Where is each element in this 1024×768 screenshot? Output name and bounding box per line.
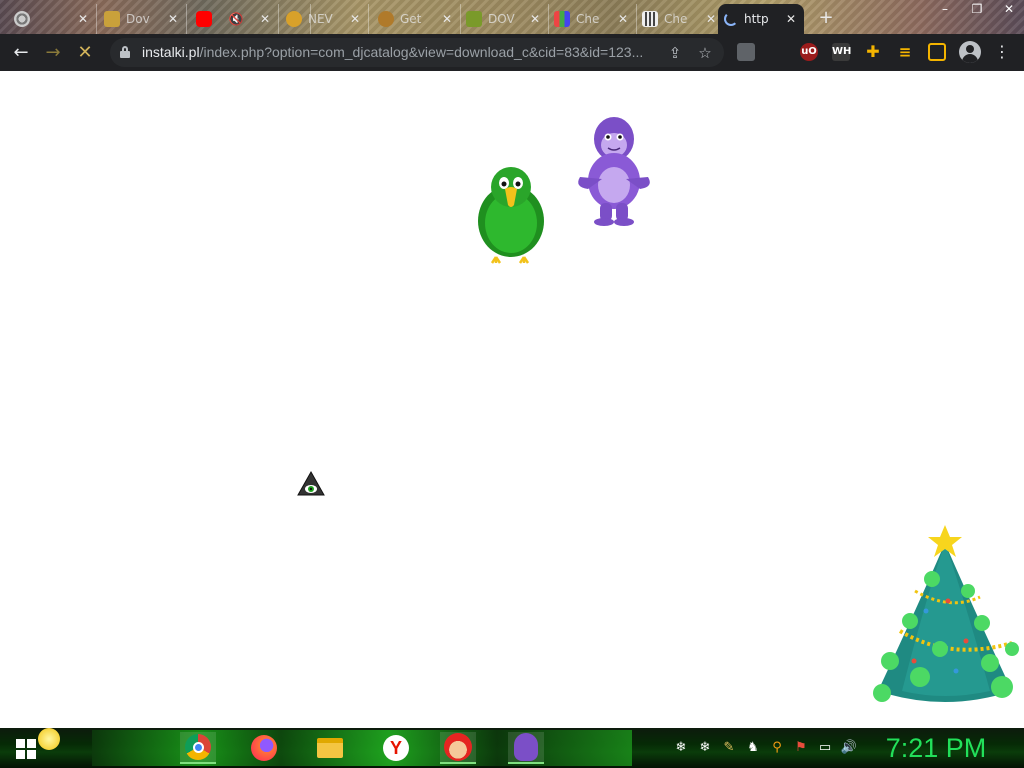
close-tab-icon[interactable]: ✕ <box>348 12 362 26</box>
bug-icon <box>378 11 394 27</box>
close-window-button[interactable]: ✕ <box>994 0 1024 20</box>
tab-title: Che <box>576 12 600 26</box>
tab-6[interactable]: Get ✕ <box>372 4 461 34</box>
columns-icon <box>642 11 658 27</box>
close-tab-icon[interactable]: ✕ <box>528 12 542 26</box>
search-tray-icon[interactable]: ⚲ <box>768 740 786 756</box>
ublock-origin-extension-icon[interactable]: uO <box>800 43 818 61</box>
youtube-icon <box>196 11 212 27</box>
stop-loading-button[interactable]: ✕ <box>72 40 98 66</box>
tab-9[interactable]: Che ✕ <box>636 4 724 34</box>
bookmark-star-icon[interactable]: ☆ <box>696 44 714 62</box>
speaker-muted-icon: 🔇 <box>228 12 244 26</box>
close-tab-icon[interactable]: ✕ <box>616 12 630 26</box>
close-tab-icon[interactable]: ✕ <box>784 12 798 26</box>
tab-title: NEV <box>308 12 333 26</box>
new-tab-button[interactable]: + <box>814 6 838 30</box>
green-parrot-image <box>478 167 544 264</box>
close-tab-icon[interactable]: ✕ <box>440 12 454 26</box>
windows-start-icon[interactable] <box>16 739 36 759</box>
custom-cursor-icon <box>297 470 325 496</box>
network-tray-icon[interactable]: ▭ <box>816 740 834 756</box>
tab-title: http <box>744 12 769 26</box>
loading-icon <box>724 12 738 26</box>
tab-title: DOV <box>488 12 515 26</box>
ornament-decoration <box>38 728 60 750</box>
lock-icon[interactable] <box>120 46 130 58</box>
close-tab-icon[interactable]: ✕ <box>166 12 180 26</box>
tab-title: Get <box>400 12 422 26</box>
snowflake-tray-icon[interactable]: ❄ <box>696 740 714 756</box>
mario-app-taskbar-icon[interactable] <box>440 732 476 764</box>
profile-avatar-icon[interactable] <box>959 41 981 63</box>
tab-2[interactable]: Dov ✕ <box>98 4 187 34</box>
tab-title: Dov <box>126 12 150 26</box>
taskbar-clock[interactable]: 7:21 PM <box>880 732 992 764</box>
firefox-taskbar-icon[interactable] <box>246 732 282 764</box>
minimize-button[interactable]: – <box>930 0 960 20</box>
back-button[interactable]: ← <box>8 40 34 66</box>
package-icon <box>104 11 120 27</box>
christmas-tree-image <box>873 525 1019 702</box>
globe-icon <box>286 11 302 27</box>
puzzle-extension-icon[interactable]: ✚ <box>864 43 882 61</box>
close-tab-icon[interactable]: ✕ <box>704 12 718 26</box>
tab-1[interactable]: ✕ <box>8 4 97 34</box>
url-text[interactable]: instalki.pl/index.php?option=com_djcatal… <box>142 44 643 60</box>
volume-icon[interactable]: 🔊 <box>840 740 858 756</box>
tab-7[interactable]: DOV ✕ <box>460 4 549 34</box>
bonzi-buddy-image <box>578 117 650 226</box>
file-explorer-taskbar-icon[interactable] <box>312 732 348 764</box>
address-bar[interactable]: instalki.pl/index.php?option=com_djcatal… <box>110 38 724 67</box>
settings-icon <box>14 11 30 27</box>
tab-8[interactable]: Che ✕ <box>548 4 637 34</box>
close-tab-icon[interactable]: ✕ <box>76 12 90 26</box>
maximize-button[interactable]: ❐ <box>962 0 992 20</box>
pen-tray-icon[interactable]: ✎ <box>720 740 738 756</box>
browser-toolbar: ← → ✕ instalki.pl/index.php?option=com_d… <box>0 34 1024 71</box>
page-content <box>0 71 1024 728</box>
reading-list-icon[interactable]: ≡ <box>896 43 914 61</box>
bonzi-buddy-taskbar-icon[interactable] <box>508 732 544 764</box>
chrome-taskbar-icon[interactable] <box>180 732 216 764</box>
forward-button[interactable]: → <box>40 40 66 66</box>
flag-tray-icon[interactable]: ⚑ <box>792 740 810 756</box>
taskbar: Y ❄ ❄ ✎ ♞ ⚲ ⚑ ▭ 🔊 7:21 PM <box>0 728 1024 768</box>
tab-5[interactable]: NEV ✕ <box>280 4 369 34</box>
horse-tray-icon[interactable]: ♞ <box>744 740 762 756</box>
browser-window: ✕ Dov ✕ ✕ 🔇 ✕ NEV ✕ Get ✕ DOV <box>0 0 1024 768</box>
chart-icon <box>554 11 570 27</box>
tab-title: Che <box>664 12 688 26</box>
page-action-extension-icon[interactable] <box>737 43 755 61</box>
chrome-menu-button[interactable]: ⋮ <box>992 42 1012 64</box>
tab-strip: ✕ Dov ✕ ✕ 🔇 ✕ NEV ✕ Get ✕ DOV <box>0 0 1024 34</box>
wh-extension-icon[interactable]: WH <box>832 43 851 61</box>
snowflake-tray-icon[interactable]: ❄ <box>672 740 690 756</box>
tab-active[interactable]: http ✕ <box>718 4 804 34</box>
download-icon <box>466 11 482 27</box>
share-icon[interactable]: ⇪ <box>666 44 684 62</box>
side-panel-icon[interactable] <box>928 43 946 61</box>
yandex-taskbar-icon[interactable]: Y <box>378 732 414 764</box>
